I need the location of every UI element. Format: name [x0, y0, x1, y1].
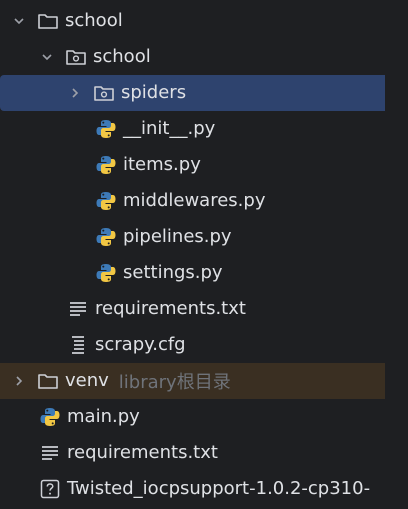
python-file-icon — [95, 262, 117, 284]
tree-item-label: __init__.py — [123, 118, 216, 139]
tree-item-middlewares-py[interactable]: middlewares.py — [0, 183, 408, 219]
tree-item-scrapy-cfg[interactable]: scrapy.cfg — [0, 327, 408, 363]
scrollbar-gutter[interactable] — [385, 0, 408, 509]
chevron-right-icon[interactable] — [11, 373, 27, 389]
tree-item-label: pipelines.py — [123, 226, 232, 247]
tree-item-requirements-txt-root[interactable]: requirements.txt — [0, 435, 408, 471]
tree-item-pipelines-py[interactable]: pipelines.py — [0, 219, 408, 255]
text-file-icon — [67, 298, 89, 320]
folder-icon — [37, 10, 59, 32]
tree-item-label: Twisted_iocpsupport-1.0.2-cp310- — [67, 478, 371, 499]
tree-item-label: scrapy.cfg — [95, 334, 186, 355]
python-file-icon — [95, 190, 117, 212]
tree-item-label: requirements.txt — [67, 442, 218, 463]
tree-item-school-package[interactable]: school — [0, 39, 408, 75]
package-folder-icon — [65, 46, 87, 68]
tree-item-venv[interactable]: venv library根目录 — [0, 363, 396, 399]
tree-item-spiders[interactable]: spiders — [0, 75, 408, 111]
text-file-icon — [39, 442, 61, 464]
tree-item-school-root[interactable]: school — [0, 3, 396, 39]
chevron-right-icon[interactable] — [67, 85, 83, 101]
chevron-down-icon[interactable] — [39, 49, 55, 65]
tree-item-items-py[interactable]: items.py — [0, 147, 408, 183]
tree-item-twisted-wheel[interactable]: Twisted_iocpsupport-1.0.2-cp310- — [0, 471, 408, 507]
unknown-file-icon — [39, 478, 61, 500]
python-file-icon — [95, 154, 117, 176]
library-root-hint: library根目录 — [118, 372, 231, 393]
tree-item-main-py[interactable]: main.py — [0, 399, 408, 435]
tree-item-label: requirements.txt — [95, 298, 246, 319]
package-folder-icon — [93, 82, 115, 104]
tree-item-label: items.py — [123, 154, 201, 175]
tree-item-requirements-txt-inner[interactable]: requirements.txt — [0, 291, 408, 327]
tree-item-label: school — [65, 10, 123, 31]
chevron-down-icon[interactable] — [11, 13, 27, 29]
tree-item-label: middlewares.py — [123, 190, 266, 211]
tree-item-label: settings.py — [123, 262, 223, 283]
project-tree: school school spiders __init__.py items.… — [0, 0, 408, 509]
tree-item-label: spiders — [121, 82, 187, 103]
tree-item-label: venv — [65, 370, 109, 391]
tree-item-label: main.py — [67, 406, 140, 427]
python-file-icon — [95, 118, 117, 140]
config-file-icon — [67, 334, 89, 356]
tree-item-init-py[interactable]: __init__.py — [0, 111, 408, 147]
tree-item-label: school — [93, 46, 151, 67]
python-file-icon — [39, 406, 61, 428]
python-file-icon — [95, 226, 117, 248]
folder-icon — [37, 370, 59, 392]
tree-item-settings-py[interactable]: settings.py — [0, 255, 408, 291]
